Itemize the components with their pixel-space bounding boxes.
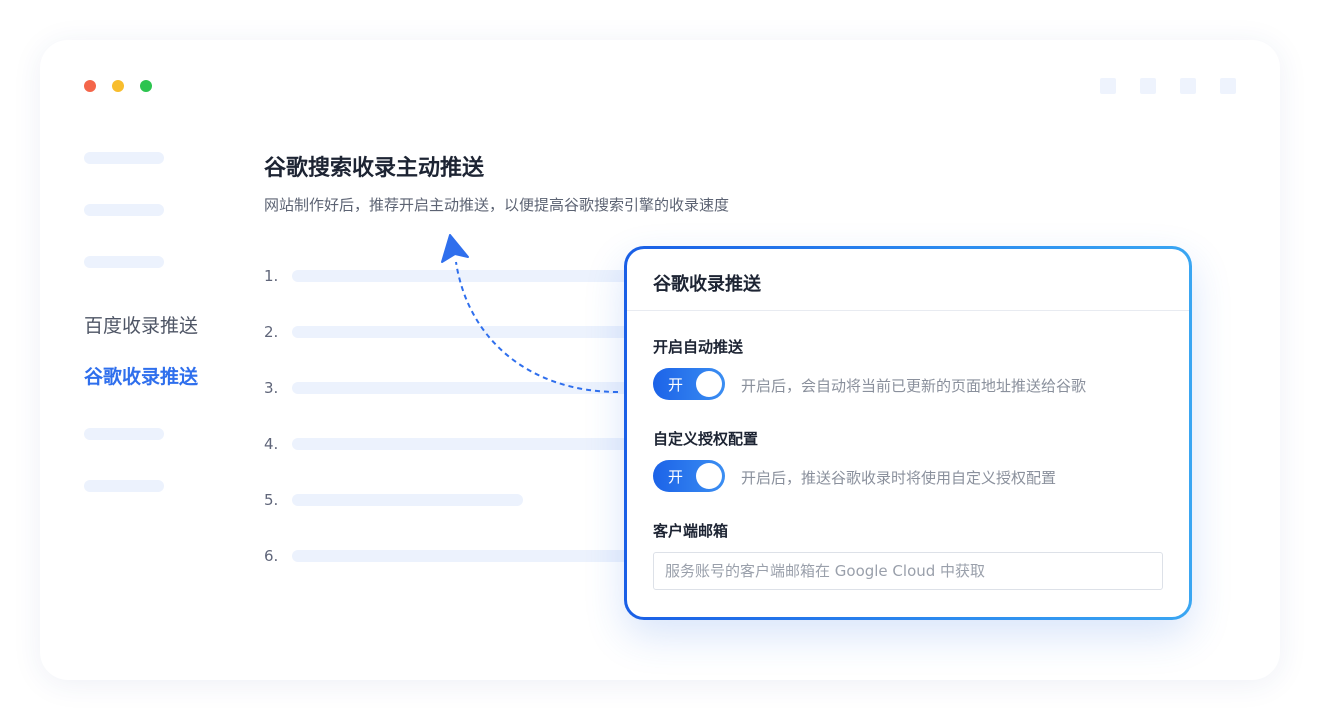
custom-auth-toggle[interactable]: 开 (653, 460, 725, 492)
panel-title: 谷歌收录推送 (653, 274, 761, 295)
auto-push-toggle[interactable]: 开 (653, 368, 725, 400)
panel-body: 谷歌收录推送 开启自动推送 开 开启后，会自动将当前已更新的页面地址推送给谷歌 … (627, 249, 1189, 617)
auto-push-description: 开启后，会自动将当前已更新的页面地址推送给谷歌 (741, 377, 1087, 395)
google-push-panel: 谷歌收录推送 开启自动推送 开 开启后，会自动将当前已更新的页面地址推送给谷歌 … (624, 246, 1192, 620)
toggle-state-text: 开 (668, 376, 684, 394)
panel-divider (627, 310, 1189, 311)
toggle-knob (696, 371, 722, 397)
custom-auth-label: 自定义授权配置 (653, 430, 759, 448)
auto-push-label: 开启自动推送 (653, 338, 744, 356)
custom-auth-description: 开启后，推送谷歌收录时将使用自定义授权配置 (741, 469, 1057, 487)
client-email-input[interactable] (653, 552, 1163, 590)
client-email-label: 客户端邮箱 (653, 522, 729, 540)
toggle-knob (696, 463, 722, 489)
toggle-state-text: 开 (668, 468, 684, 486)
